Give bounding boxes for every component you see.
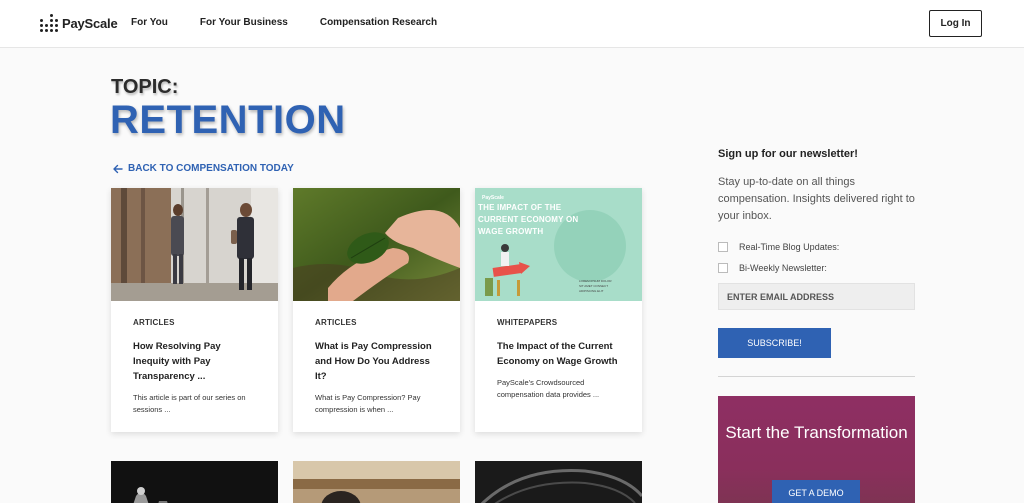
card-category: ARTICLES (133, 318, 175, 327)
article-card[interactable]: ARTICLES What is Pay Compression and How… (293, 188, 460, 432)
logo-dots-icon (40, 14, 58, 32)
checkbox-label: Bi-Weekly Newsletter: (739, 263, 827, 273)
back-link-label: BACK TO COMPENSATION TODAY (128, 163, 294, 174)
article-card[interactable] (475, 461, 642, 503)
nav-compensation-research[interactable]: Compensation Research (320, 17, 437, 28)
checkbox[interactable] (718, 242, 728, 252)
card-title: How Resolving Pay Inequity with Pay Tran… (133, 341, 221, 382)
demo-promo: Start the Transformation GET A DEMO (718, 396, 915, 503)
main-nav: For You For Your Business Compensation R… (131, 17, 469, 28)
whitepaper-heading: THE IMPACT OF THE CURRENT ECONOMY ON WAG… (478, 203, 579, 236)
card-image: LOREM IPSUM DOLOR SIT AMET CONSECT ADIPI… (475, 188, 642, 301)
newsletter-description: Stay up-to-date on all things compensati… (718, 176, 915, 222)
nav-for-you[interactable]: For You (131, 17, 168, 28)
topic-label: TOPIC: (111, 76, 179, 98)
svg-text:SIT AMET CONSECT: SIT AMET CONSECT (579, 284, 608, 288)
logo-text: PayScale (62, 15, 118, 31)
back-link[interactable]: BACK TO COMPENSATION TODAY (113, 163, 294, 174)
whitepaper-card[interactable]: LOREM IPSUM DOLOR SIT AMET CONSECT ADIPI… (475, 188, 642, 432)
card-category: WHITEPAPERS (497, 318, 558, 327)
card-image (111, 188, 278, 301)
subscribe-button[interactable]: SUBSCRIBE! (718, 328, 831, 358)
email-field[interactable] (718, 283, 915, 310)
article-card[interactable] (293, 461, 460, 503)
card-category: ARTICLES (315, 318, 357, 327)
sidebar-divider (718, 376, 915, 377)
arrow-left-icon (113, 164, 123, 173)
site-header: PayScale For You For Your Business Compe… (0, 0, 1024, 48)
checkbox-label: Real-Time Blog Updates: (739, 242, 840, 252)
card-image (293, 188, 460, 301)
payscale-logo[interactable]: PayScale (40, 13, 118, 33)
whitepaper-brand: PayScale (482, 195, 504, 201)
newsletter-title: Sign up for our newsletter! (718, 148, 858, 160)
page-title: RETENTION (110, 98, 346, 142)
article-card[interactable] (111, 461, 278, 503)
article-card[interactable]: ARTICLES How Resolving Pay Inequity with… (111, 188, 278, 432)
card-excerpt: This article is part of our series on se… (133, 393, 246, 414)
option-blog-updates[interactable]: Real-Time Blog Updates: (718, 242, 839, 252)
login-button[interactable]: Log In (929, 10, 982, 37)
card-excerpt: PayScale's Crowdsourced compensation dat… (497, 378, 600, 399)
checkbox[interactable] (718, 263, 728, 273)
option-bi-weekly[interactable]: Bi-Weekly Newsletter: (718, 263, 827, 273)
card-excerpt: What is Pay Compression? Pay compression… (315, 393, 421, 414)
card-title: The Impact of the Current Economy on Wag… (497, 341, 618, 367)
card-title: What is Pay Compression and How Do You A… (315, 341, 432, 382)
nav-for-your-business[interactable]: For Your Business (200, 17, 288, 28)
get-demo-button[interactable]: GET A DEMO (772, 480, 860, 503)
svg-text:ADIPISCING ELIT: ADIPISCING ELIT (579, 289, 604, 293)
promo-title: Start the Transformation (725, 423, 908, 442)
svg-text:LOREM IPSUM DOLOR: LOREM IPSUM DOLOR (579, 279, 612, 283)
